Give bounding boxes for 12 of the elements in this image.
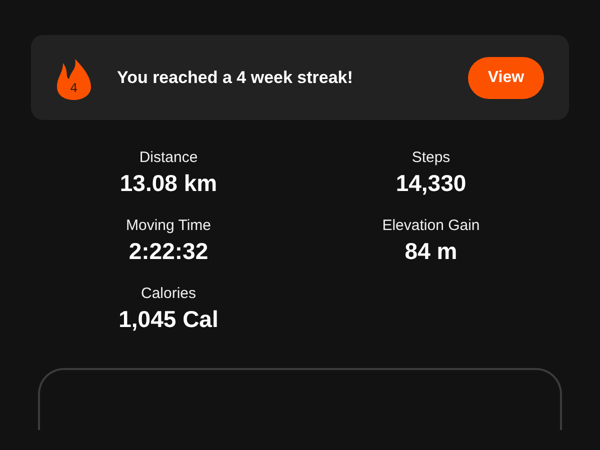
- stat-label: Elevation Gain: [382, 217, 480, 234]
- stat-value: 13.08 km: [120, 170, 218, 197]
- stat-label: Calories: [140, 285, 196, 302]
- stat-label: Steps: [412, 149, 450, 166]
- stat-value: 1,045 Cal: [118, 306, 218, 333]
- stat-value: 84 m: [404, 238, 458, 265]
- stat-label: Distance: [139, 149, 198, 166]
- streak-message: You reached a 4 week streak!: [117, 68, 354, 88]
- view-button[interactable]: View: [468, 56, 544, 98]
- stat-value: 14,330: [396, 170, 466, 197]
- stat-label: Moving Time: [126, 217, 212, 234]
- stat-value: 2:22:32: [128, 238, 208, 265]
